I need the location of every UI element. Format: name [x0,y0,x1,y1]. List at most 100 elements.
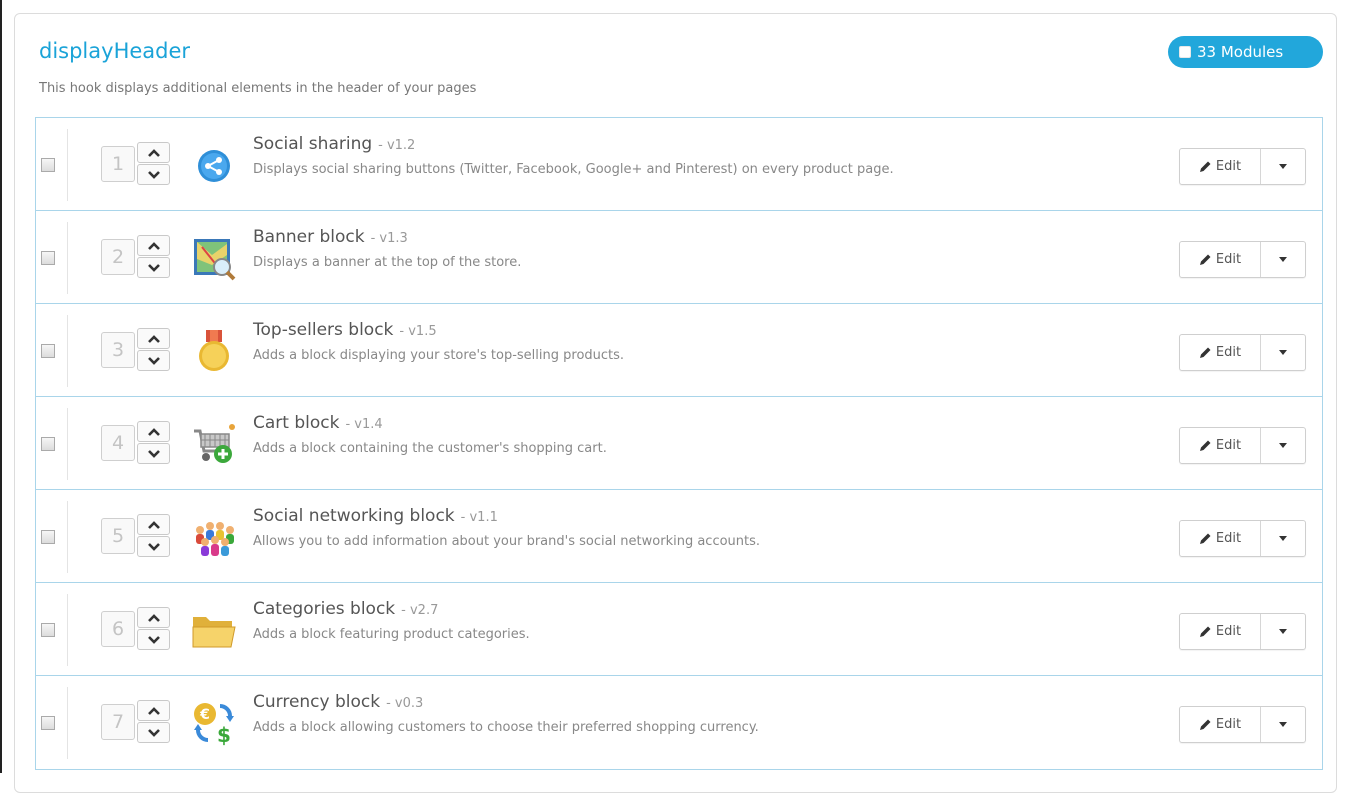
chevron-down-icon [147,728,160,737]
edit-button-group: Edit [1179,148,1306,185]
edit-button-group: Edit [1179,520,1306,557]
module-name: Cart block - v1.4 [253,411,383,437]
hook-panel: displayHeader This hook displays additio… [14,13,1337,793]
module-row: 7 € $ Currency block - v0.3 Adds a block … [36,676,1322,769]
module-checkbox[interactable] [41,251,55,265]
edit-button-group: Edit [1179,334,1306,371]
module-title: Top-sellers block [253,320,394,340]
edit-label: Edit [1215,624,1242,639]
module-title: Banner block [253,227,365,247]
position-number: 2 [101,239,135,275]
move-down-button[interactable] [137,164,170,185]
banner-icon [194,239,236,281]
move-down-button[interactable] [137,350,170,371]
chevron-up-icon [147,613,160,622]
pencil-icon [1199,347,1211,358]
caret-down-icon [1279,257,1287,262]
row-divider [67,408,68,480]
chevron-down-icon [147,170,160,179]
module-row: 6 Categories block - v2.7 Adds a block fe… [36,583,1322,676]
caret-down-icon [1279,536,1287,541]
edit-dropdown-toggle[interactable] [1261,521,1305,556]
move-up-button[interactable] [137,421,170,442]
chevron-up-icon [147,520,160,529]
chevron-up-icon [147,427,160,436]
module-name: Categories block - v2.7 [253,597,438,623]
module-checkbox[interactable] [41,623,55,637]
move-down-button[interactable] [137,257,170,278]
module-checkbox[interactable] [41,344,55,358]
social-sharing-icon [198,150,230,182]
module-version: - v1.2 [378,138,416,153]
chevron-up-icon [147,241,160,250]
module-name: Currency block - v0.3 [253,690,423,716]
edit-button[interactable]: Edit [1180,707,1261,742]
edit-label: Edit [1215,438,1242,453]
edit-dropdown-toggle[interactable] [1261,428,1305,463]
edit-label: Edit [1215,717,1242,732]
move-down-button[interactable] [137,536,170,557]
chevron-down-icon [147,635,160,644]
chevron-down-icon [147,542,160,551]
pencil-icon [1199,254,1211,265]
move-up-button[interactable] [137,328,170,349]
chevron-up-icon [147,334,160,343]
window-left-edge [0,0,2,773]
move-up-button[interactable] [137,235,170,256]
move-up-button[interactable] [137,700,170,721]
move-down-button[interactable] [137,443,170,464]
module-checkbox[interactable] [41,716,55,730]
move-up-button[interactable] [137,607,170,628]
move-down-button[interactable] [137,722,170,743]
module-row: 5 Social networking block - v1.1 Allows y… [36,490,1322,583]
select-all-checkbox[interactable] [1179,46,1191,58]
cart-add-icon [194,424,235,463]
module-name: Social networking block - v1.1 [253,504,498,530]
module-description: Displays social sharing buttons (Twitter… [253,162,894,177]
edit-dropdown-toggle[interactable] [1261,614,1305,649]
edit-label: Edit [1215,252,1242,267]
move-down-button[interactable] [137,629,170,650]
chevron-down-icon [147,356,160,365]
edit-dropdown-toggle[interactable] [1261,242,1305,277]
pencil-icon [1199,626,1211,637]
modules-count-label: 33 Modules [1197,43,1284,61]
edit-dropdown-toggle[interactable] [1261,707,1305,742]
svg-text:€: € [199,707,210,723]
row-divider [67,315,68,387]
edit-dropdown-toggle[interactable] [1261,335,1305,370]
edit-button[interactable]: Edit [1180,335,1261,370]
module-version: - v1.3 [370,231,408,246]
edit-button[interactable]: Edit [1180,149,1261,184]
module-row: 1 Social sharing - v1.2 Displays social s… [36,118,1322,211]
module-checkbox[interactable] [41,530,55,544]
module-version: - v0.3 [386,696,424,711]
module-name: Top-sellers block - v1.5 [253,318,437,344]
position-number: 7 [101,704,135,740]
chevron-up-icon [147,706,160,715]
edit-label: Edit [1215,345,1242,360]
move-up-button[interactable] [137,142,170,163]
modules-count-badge[interactable]: 33 Modules [1168,36,1323,68]
module-description: Adds a block allowing customers to choos… [253,720,759,735]
edit-button[interactable]: Edit [1180,521,1261,556]
edit-dropdown-toggle[interactable] [1261,149,1305,184]
edit-button[interactable]: Edit [1180,242,1261,277]
module-description: Adds a block containing the customer's s… [253,441,607,456]
currency-exchange-icon: € $ [194,703,234,746]
module-name: Banner block - v1.3 [253,225,408,251]
module-version: - v1.4 [345,417,383,432]
module-version: - v1.5 [399,324,437,339]
chevron-down-icon [147,449,160,458]
move-up-button[interactable] [137,514,170,535]
module-title: Social networking block [253,506,455,526]
edit-button-group: Edit [1179,706,1306,743]
module-name: Social sharing - v1.2 [253,132,415,158]
pencil-icon [1199,719,1211,730]
edit-button[interactable]: Edit [1180,614,1261,649]
edit-button[interactable]: Edit [1180,428,1261,463]
module-checkbox[interactable] [41,437,55,451]
module-checkbox[interactable] [41,158,55,172]
edit-label: Edit [1215,531,1242,546]
module-description: Adds a block displaying your store's top… [253,348,625,363]
